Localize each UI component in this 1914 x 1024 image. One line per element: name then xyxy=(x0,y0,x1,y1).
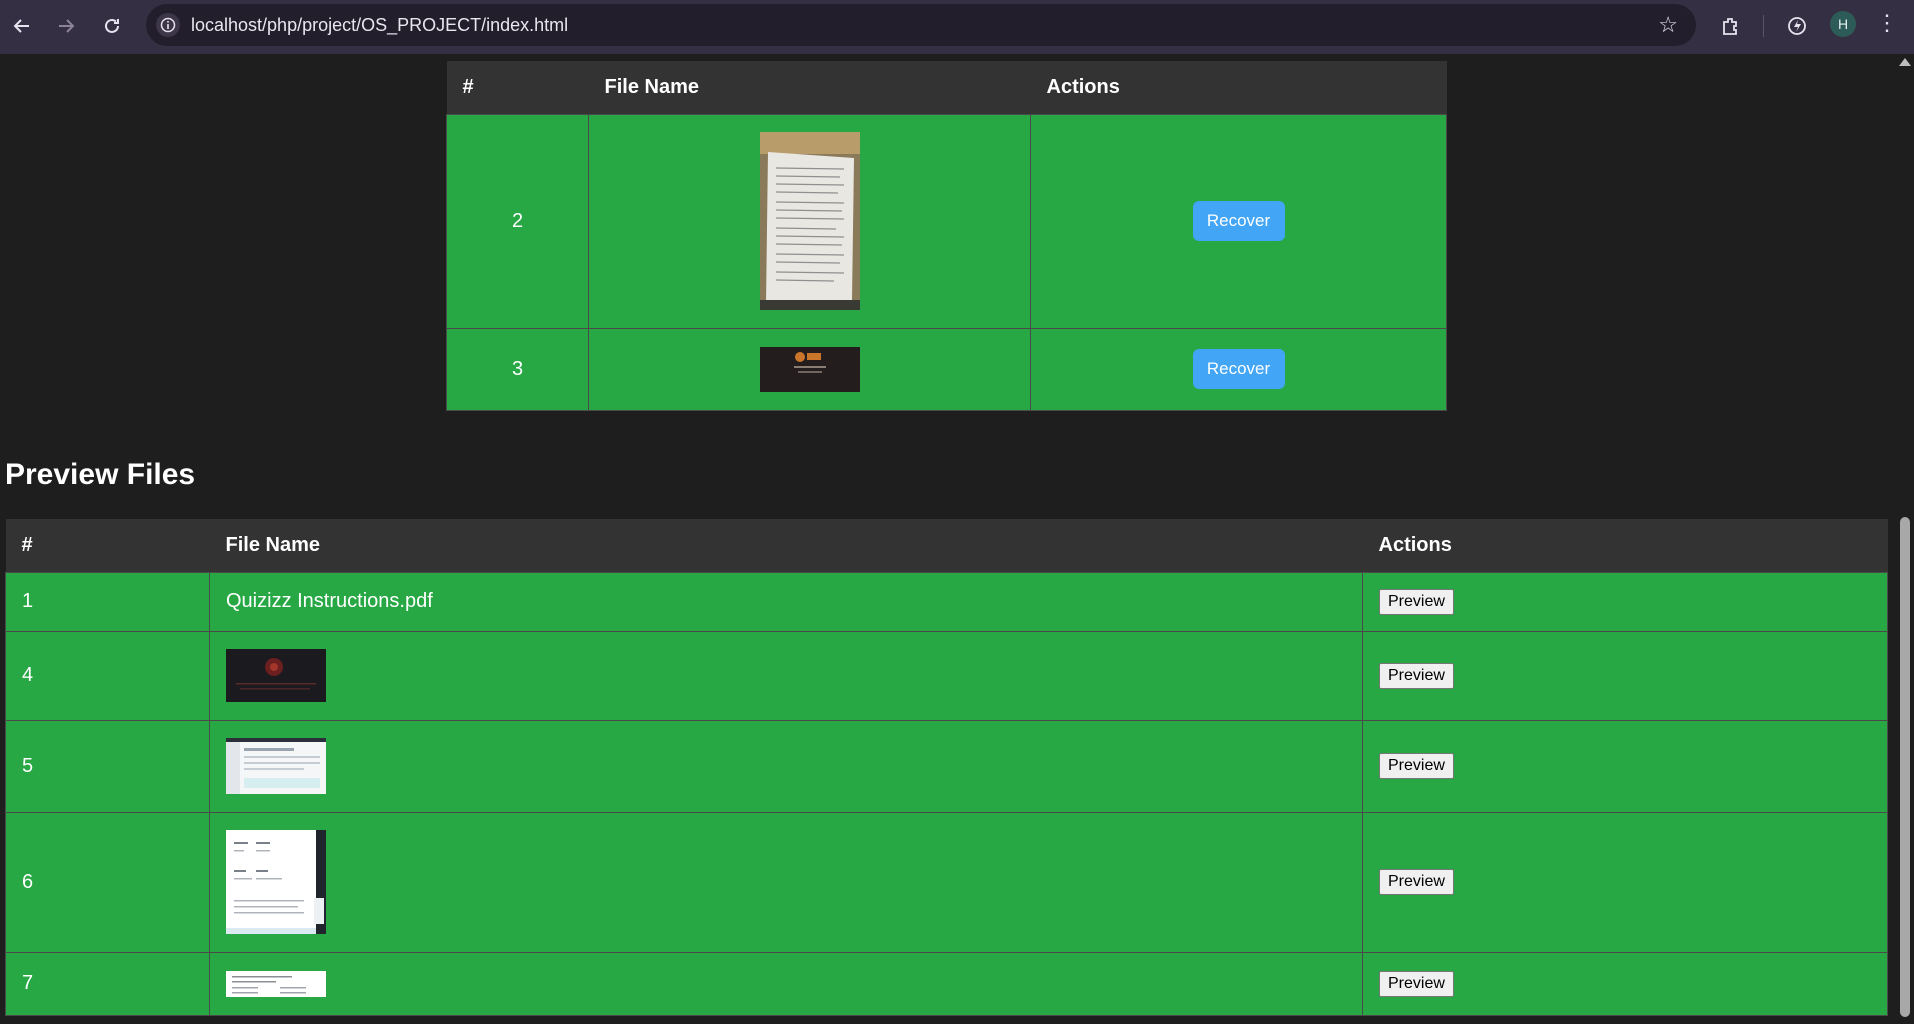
form-screenshot-thumbnail[interactable] xyxy=(226,830,326,934)
recover-button[interactable]: Recover xyxy=(1192,201,1285,241)
dark-red-screenshot-thumbnail[interactable] xyxy=(226,649,326,702)
row-number: 4 xyxy=(5,630,210,721)
scrollbar-thumb[interactable] xyxy=(1900,517,1910,1017)
row-number: 5 xyxy=(5,719,210,813)
file-thumbnail-cell xyxy=(209,811,1363,953)
arrow-left-icon xyxy=(13,19,29,33)
preview-button[interactable]: Preview xyxy=(1379,970,1454,997)
table-row: 5 Preview xyxy=(5,719,1888,813)
column-header: # xyxy=(446,61,589,114)
row-number: 3 xyxy=(446,327,589,411)
performance-icon[interactable] xyxy=(1782,11,1812,41)
site-info-icon[interactable] xyxy=(156,13,180,37)
profile-avatar[interactable]: H xyxy=(1830,11,1856,37)
file-thumbnail-cell xyxy=(588,113,1031,329)
toolbar-divider xyxy=(1763,15,1764,37)
column-header: # xyxy=(5,519,210,572)
file-thumbnail-cell xyxy=(209,630,1363,721)
column-header: Actions xyxy=(1362,519,1888,572)
actions-cell: Preview xyxy=(1362,951,1888,1016)
document-photo-thumbnail[interactable] xyxy=(759,132,860,310)
browser-toolbar: localhost/php/project/OS_PROJECT/index.h… xyxy=(0,0,1914,54)
table-header-row: # File Name Actions xyxy=(5,519,1888,572)
extensions-icon[interactable] xyxy=(1716,11,1746,41)
table-row: 2 Recover xyxy=(446,113,1447,329)
table-header-row: # File Name Actions xyxy=(446,61,1447,114)
actions-cell: Preview xyxy=(1362,811,1888,953)
actions-cell: Preview xyxy=(1362,630,1888,721)
menu-icon[interactable]: ⋮ xyxy=(1876,10,1898,36)
preview-button[interactable]: Preview xyxy=(1379,662,1454,689)
actions-cell: Preview xyxy=(1362,571,1888,632)
column-header: File Name xyxy=(588,61,1031,114)
recover-table: # File Name Actions 2 Recover 3 Recover xyxy=(446,61,1447,411)
file-thumbnail-cell xyxy=(588,327,1031,411)
preview-button[interactable]: Preview xyxy=(1379,869,1454,895)
section-title: Preview Files xyxy=(5,458,196,491)
scroll-up-arrow-icon[interactable] xyxy=(1899,58,1911,66)
actions-cell: Recover xyxy=(1030,113,1447,329)
actions-cell: Preview xyxy=(1362,719,1888,813)
table-row: 7 Preview xyxy=(5,951,1888,1016)
reload-icon xyxy=(105,18,119,33)
forward-button[interactable] xyxy=(50,10,82,42)
reload-button[interactable] xyxy=(96,10,128,42)
arrow-right-icon xyxy=(59,19,75,33)
row-number: 6 xyxy=(5,811,210,953)
bookmark-star-icon[interactable]: ☆ xyxy=(1658,12,1678,38)
file-name: Quizizz Instructions.pdf xyxy=(209,571,1363,632)
file-thumbnail-cell xyxy=(209,719,1363,813)
back-button[interactable] xyxy=(6,10,38,42)
table-row: 1 Quizizz Instructions.pdf Preview xyxy=(5,571,1888,632)
preview-button[interactable]: Preview xyxy=(1379,753,1454,779)
address-bar[interactable]: localhost/php/project/OS_PROJECT/index.h… xyxy=(146,4,1696,46)
column-header: File Name xyxy=(209,519,1363,572)
table-row: 3 Recover xyxy=(446,327,1447,411)
web-app-screenshot-thumbnail[interactable] xyxy=(226,738,326,794)
actions-cell: Recover xyxy=(1030,327,1447,411)
row-number: 1 xyxy=(5,571,210,632)
row-number: 2 xyxy=(446,113,589,329)
dark-slide-thumbnail[interactable] xyxy=(759,346,860,392)
table-row: 6 Preview xyxy=(5,811,1888,953)
url-text[interactable]: localhost/php/project/OS_PROJECT/index.h… xyxy=(191,15,568,36)
preview-table: # File Name Actions 1 Quizizz Instructio… xyxy=(5,519,1888,1016)
row-number: 7 xyxy=(5,951,210,1016)
table-row: 4 Preview xyxy=(5,630,1888,721)
preview-button[interactable]: Preview xyxy=(1379,588,1454,615)
text-document-thumbnail[interactable] xyxy=(226,970,326,997)
column-header: Actions xyxy=(1030,61,1447,114)
file-thumbnail-cell xyxy=(209,951,1363,1016)
recover-button[interactable]: Recover xyxy=(1192,349,1285,389)
